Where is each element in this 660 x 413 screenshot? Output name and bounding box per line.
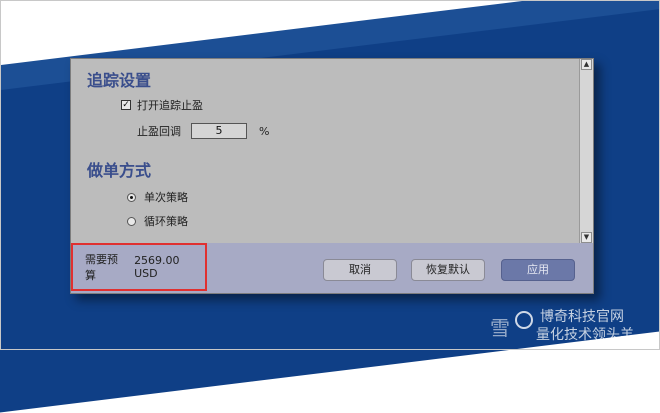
- loop-strategy-option[interactable]: 循环策略: [127, 213, 188, 229]
- budget-display: 需要预算 2569.00 USD: [71, 243, 207, 291]
- watermark-slogan: 量化技术领头羊: [536, 327, 634, 343]
- order-method-title: 做单方式: [87, 161, 152, 180]
- strategy-settings-dialog: 追踪设置 ✓ 打开追踪止盈 止盈回调 5 % 做单方式 单次策略 循环策略 ▲ …: [70, 58, 594, 294]
- retrace-row: 止盈回调 5 %: [137, 123, 269, 139]
- trailing-stop-row[interactable]: ✓ 打开追踪止盈: [121, 97, 203, 113]
- wechat-logo-icon: [515, 311, 533, 329]
- trailing-stop-checkbox[interactable]: ✓: [121, 100, 131, 110]
- retrace-input[interactable]: 5: [191, 123, 247, 139]
- retrace-label: 止盈回调: [137, 125, 181, 138]
- watermark-site: 博奇科技官网: [540, 309, 624, 325]
- single-strategy-option[interactable]: 单次策略: [127, 189, 188, 205]
- watermark-snow-char: 雪: [490, 316, 510, 340]
- dialog-footer: 需要预算 2569.00 USD 取消 恢复默认 应用: [71, 243, 593, 293]
- single-strategy-label: 单次策略: [144, 191, 188, 204]
- single-strategy-radio[interactable]: [127, 192, 136, 202]
- vertical-scrollbar[interactable]: ▲ ▼: [579, 59, 593, 243]
- loop-strategy-radio[interactable]: [127, 216, 136, 226]
- settings-content: 追踪设置 ✓ 打开追踪止盈 止盈回调 5 % 做单方式 单次策略 循环策略: [71, 59, 579, 243]
- loop-strategy-label: 循环策略: [144, 215, 188, 228]
- apply-button[interactable]: 应用: [501, 259, 575, 281]
- scroll-up-icon[interactable]: ▲: [581, 59, 592, 70]
- reset-default-button[interactable]: 恢复默认: [411, 259, 485, 281]
- cancel-button[interactable]: 取消: [323, 259, 397, 281]
- tracking-settings-title: 追踪设置: [87, 71, 152, 90]
- scroll-down-icon[interactable]: ▼: [581, 232, 592, 243]
- retrace-unit: %: [259, 124, 270, 138]
- budget-label: 需要预算: [85, 253, 118, 282]
- budget-value: 2569.00 USD: [134, 254, 180, 280]
- trailing-stop-label: 打开追踪止盈: [137, 99, 203, 112]
